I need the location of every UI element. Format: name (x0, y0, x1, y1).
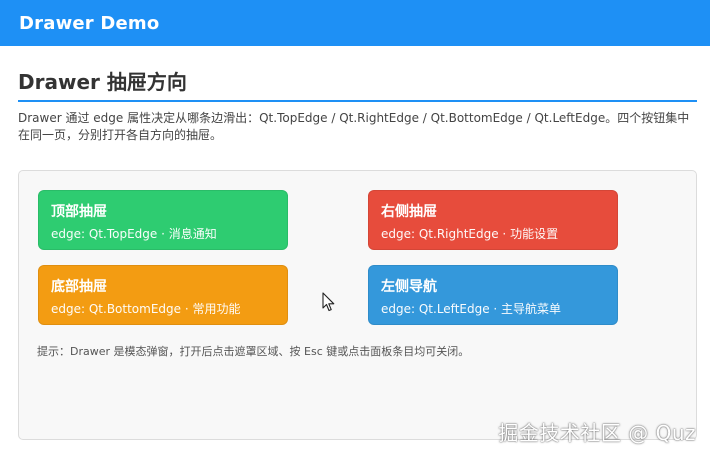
watermark-text: 掘金技术社区 @ Quz (498, 421, 696, 445)
right-drawer-button[interactable]: 右侧抽屉 edge: Qt.RightEdge · 功能设置 (368, 190, 618, 250)
app-title-bar: Drawer Demo (0, 0, 710, 46)
mouse-cursor-icon (322, 292, 335, 312)
page-description: Drawer 通过 edge 属性决定从哪条边滑出：Qt.TopEdge / Q… (18, 111, 690, 142)
button-subtitle: edge: Qt.LeftEdge · 主导航菜单 (381, 302, 562, 316)
hint-text: 提示：Drawer 是模态弹窗，打开后点击遮罩区域、按 Esc 键或点击面板条目… (37, 345, 470, 358)
button-title: 右侧抽屉 (381, 204, 437, 220)
button-subtitle: edge: Qt.RightEdge · 功能设置 (381, 227, 559, 241)
button-subtitle: edge: Qt.BottomEdge · 常用功能 (51, 302, 241, 316)
button-title: 左侧导航 (381, 279, 437, 295)
left-drawer-button[interactable]: 左侧导航 edge: Qt.LeftEdge · 主导航菜单 (368, 265, 618, 325)
button-title: 顶部抽屉 (51, 204, 107, 220)
page-title: Drawer 抽屉方向 (18, 70, 187, 94)
button-title: 底部抽屉 (51, 279, 107, 295)
button-subtitle: edge: Qt.TopEdge · 消息通知 (51, 227, 217, 241)
buttons-panel: 顶部抽屉 edge: Qt.TopEdge · 消息通知 右侧抽屉 edge: … (18, 170, 697, 440)
app-title: Drawer Demo (19, 12, 160, 34)
top-drawer-button[interactable]: 顶部抽屉 edge: Qt.TopEdge · 消息通知 (38, 190, 288, 250)
title-divider (18, 100, 697, 102)
bottom-drawer-button[interactable]: 底部抽屉 edge: Qt.BottomEdge · 常用功能 (38, 265, 288, 325)
